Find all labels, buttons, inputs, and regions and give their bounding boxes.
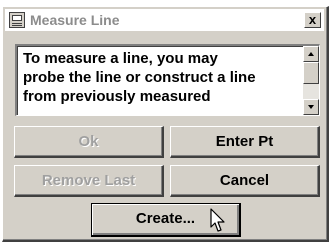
scroll-up-button[interactable] [303,46,319,62]
vertical-scrollbar[interactable] [303,46,319,115]
enter-pt-button[interactable]: Enter Pt [170,126,320,158]
calculator-screen [12,15,22,21]
calculator-keys [12,23,22,26]
remove-last-button[interactable]: Remove Last [14,165,164,197]
scroll-down-button[interactable] [303,99,319,115]
close-button[interactable]: x [304,12,321,28]
arrow-down-icon [308,105,314,109]
arrow-cursor-icon [210,208,225,232]
title-bar[interactable]: Measure Line x [5,9,324,31]
window-title: Measure Line [30,12,120,28]
scroll-thumb[interactable] [303,62,319,84]
message-textbox[interactable]: To measure a line, you may probe the lin… [15,44,320,116]
cancel-button[interactable]: Cancel [170,165,320,197]
message-text: To measure a line, you may probe the lin… [23,50,256,105]
arrow-up-icon [308,52,314,56]
measure-line-dialog: Measure Line x To measure a line, you ma… [2,6,329,242]
close-icon: x [308,12,317,27]
ok-button[interactable]: Ok [14,126,164,158]
calculator-icon [9,12,25,28]
